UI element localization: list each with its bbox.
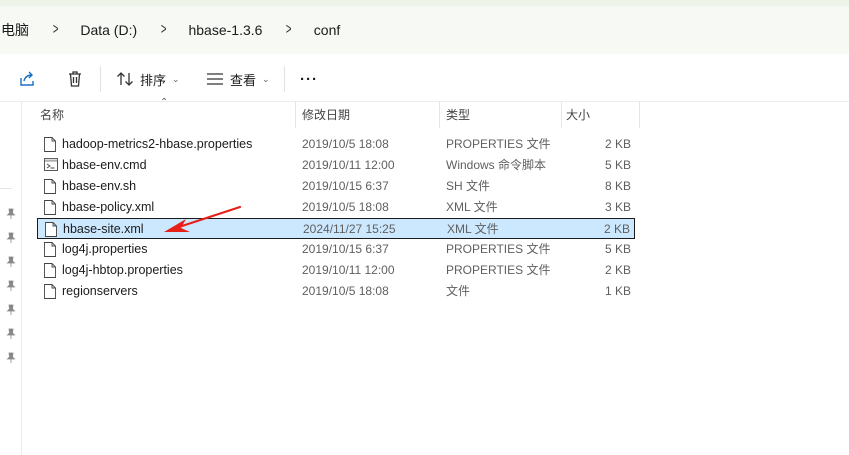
navigation-pane bbox=[0, 102, 22, 455]
breadcrumb-item-conf[interactable]: conf bbox=[314, 22, 340, 38]
file-name: regionservers bbox=[62, 284, 138, 298]
file-date: 2019/10/15 6:37 bbox=[302, 179, 389, 193]
file-row[interactable]: hbase-policy.xml 2019/10/5 18:08 XML 文件 3 K… bbox=[37, 197, 635, 218]
view-list-icon bbox=[207, 73, 223, 85]
file-row-selected[interactable]: hbase-site.xml 2024/11/27 15:25 XML 文件 2 KB bbox=[37, 218, 635, 239]
file-type: XML 文件 bbox=[447, 222, 499, 236]
file-size: 3 KB bbox=[604, 200, 631, 214]
file-name: hbase-policy.xml bbox=[62, 200, 155, 214]
file-date: 2019/10/11 12:00 bbox=[302, 263, 395, 277]
column-header-date[interactable]: 修改日期 bbox=[296, 102, 440, 128]
column-header-size[interactable]: 大小 bbox=[562, 102, 640, 128]
file-size: 2 KB bbox=[604, 263, 631, 277]
file-date: 2019/10/5 18:08 bbox=[302, 137, 389, 151]
file-date: 2019/10/15 6:37 bbox=[302, 242, 389, 256]
file-name: hbase-site.xml bbox=[63, 222, 144, 236]
file-type: SH 文件 bbox=[446, 179, 491, 193]
command-bar: 排序 ⌄ 查看 ⌄ ··· bbox=[0, 54, 849, 102]
file-date: 2019/10/5 18:08 bbox=[302, 284, 389, 298]
file-name: log4j-hbtop.properties bbox=[62, 263, 183, 277]
pin-icon[interactable] bbox=[5, 232, 17, 244]
sort-button[interactable]: 排序 ⌄ bbox=[116, 66, 180, 92]
file-row[interactable]: regionservers 2019/10/5 18:08 文件 1 KB bbox=[37, 281, 635, 302]
file-row[interactable]: hbase-env.sh 2019/10/15 6:37 SH 文件 8 KB bbox=[37, 176, 635, 197]
toolbar-divider bbox=[284, 66, 285, 92]
file-name: hadoop-metrics2-hbase.properties bbox=[62, 137, 253, 151]
sort-icon bbox=[117, 72, 133, 86]
chevron-down-icon: ⌄ bbox=[172, 73, 180, 84]
view-label: 查看 bbox=[230, 72, 257, 88]
file-date: 2019/10/5 18:08 bbox=[302, 200, 389, 214]
breadcrumb-item-computer[interactable]: 电脑 bbox=[1, 20, 29, 40]
document-icon bbox=[44, 284, 56, 299]
pin-icon[interactable] bbox=[5, 304, 17, 316]
file-size: 8 KB bbox=[604, 179, 631, 193]
pin-icon[interactable] bbox=[5, 256, 17, 268]
breadcrumb-item-hbase[interactable]: hbase-1.3.6 bbox=[188, 22, 262, 38]
pin-icon[interactable] bbox=[5, 280, 17, 292]
file-type: PROPERTIES 文件 bbox=[446, 137, 551, 151]
file-type: 文件 bbox=[446, 284, 471, 298]
chevron-down-icon: ⌄ bbox=[262, 73, 270, 84]
file-name: hbase-env.cmd bbox=[62, 158, 147, 172]
file-name: log4j.properties bbox=[62, 242, 148, 256]
file-date: 2024/11/27 15:25 bbox=[303, 222, 396, 236]
file-size: 2 KB bbox=[604, 137, 631, 151]
delete-icon[interactable] bbox=[64, 68, 86, 90]
more-options-button[interactable]: ··· bbox=[300, 66, 318, 92]
file-name: hbase-env.sh bbox=[62, 179, 137, 193]
sort-label: 排序 bbox=[140, 72, 167, 88]
column-header-name[interactable]: 名称 bbox=[24, 102, 296, 128]
pin-icon[interactable] bbox=[5, 208, 17, 220]
file-row[interactable]: log4j-hbtop.properties 2019/10/11 12:00 PR… bbox=[37, 260, 635, 281]
breadcrumb-chevron-icon: > bbox=[161, 21, 167, 38]
file-type: PROPERTIES 文件 bbox=[446, 263, 551, 277]
view-button[interactable]: 查看 ⌄ bbox=[206, 66, 270, 92]
breadcrumb-chevron-icon: > bbox=[52, 21, 59, 38]
file-row[interactable]: hadoop-metrics2-hbase.properties 2019/10/… bbox=[37, 134, 635, 155]
breadcrumb-item-drive[interactable]: Data (D:) bbox=[80, 22, 137, 38]
file-date: 2019/10/11 12:00 bbox=[302, 158, 395, 172]
breadcrumb-chevron-icon: > bbox=[286, 21, 292, 38]
pin-icon[interactable] bbox=[5, 352, 17, 364]
document-icon bbox=[44, 242, 56, 257]
document-icon bbox=[44, 263, 56, 278]
nav-divider bbox=[0, 188, 12, 189]
share-icon[interactable] bbox=[16, 68, 38, 90]
file-type: PROPERTIES 文件 bbox=[446, 242, 551, 256]
file-size: 5 KB bbox=[604, 158, 631, 172]
document-icon bbox=[44, 179, 56, 194]
file-row[interactable]: hbase-env.cmd 2019/10/11 12:00 Windows 命令脚… bbox=[37, 155, 635, 176]
address-bar[interactable]: 电脑 > Data (D:) > hbase-1.3.6 > conf bbox=[0, 6, 849, 54]
document-icon bbox=[45, 222, 57, 237]
file-type: Windows 命令脚本 bbox=[446, 158, 547, 172]
column-header-type[interactable]: 类型 bbox=[440, 102, 562, 128]
toolbar-divider bbox=[100, 66, 101, 92]
file-size: 2 KB bbox=[603, 222, 630, 236]
file-type: XML 文件 bbox=[446, 200, 498, 214]
file-size: 1 KB bbox=[604, 284, 631, 298]
column-header-row: ⌃ 名称 修改日期 类型 大小 bbox=[24, 97, 849, 128]
file-row[interactable]: log4j.properties 2019/10/15 6:37 PROPERTIE… bbox=[37, 239, 635, 260]
file-size: 5 KB bbox=[604, 242, 631, 256]
document-icon bbox=[44, 137, 56, 152]
script-icon bbox=[44, 158, 58, 173]
document-icon bbox=[44, 200, 56, 215]
pin-icon[interactable] bbox=[5, 328, 17, 340]
